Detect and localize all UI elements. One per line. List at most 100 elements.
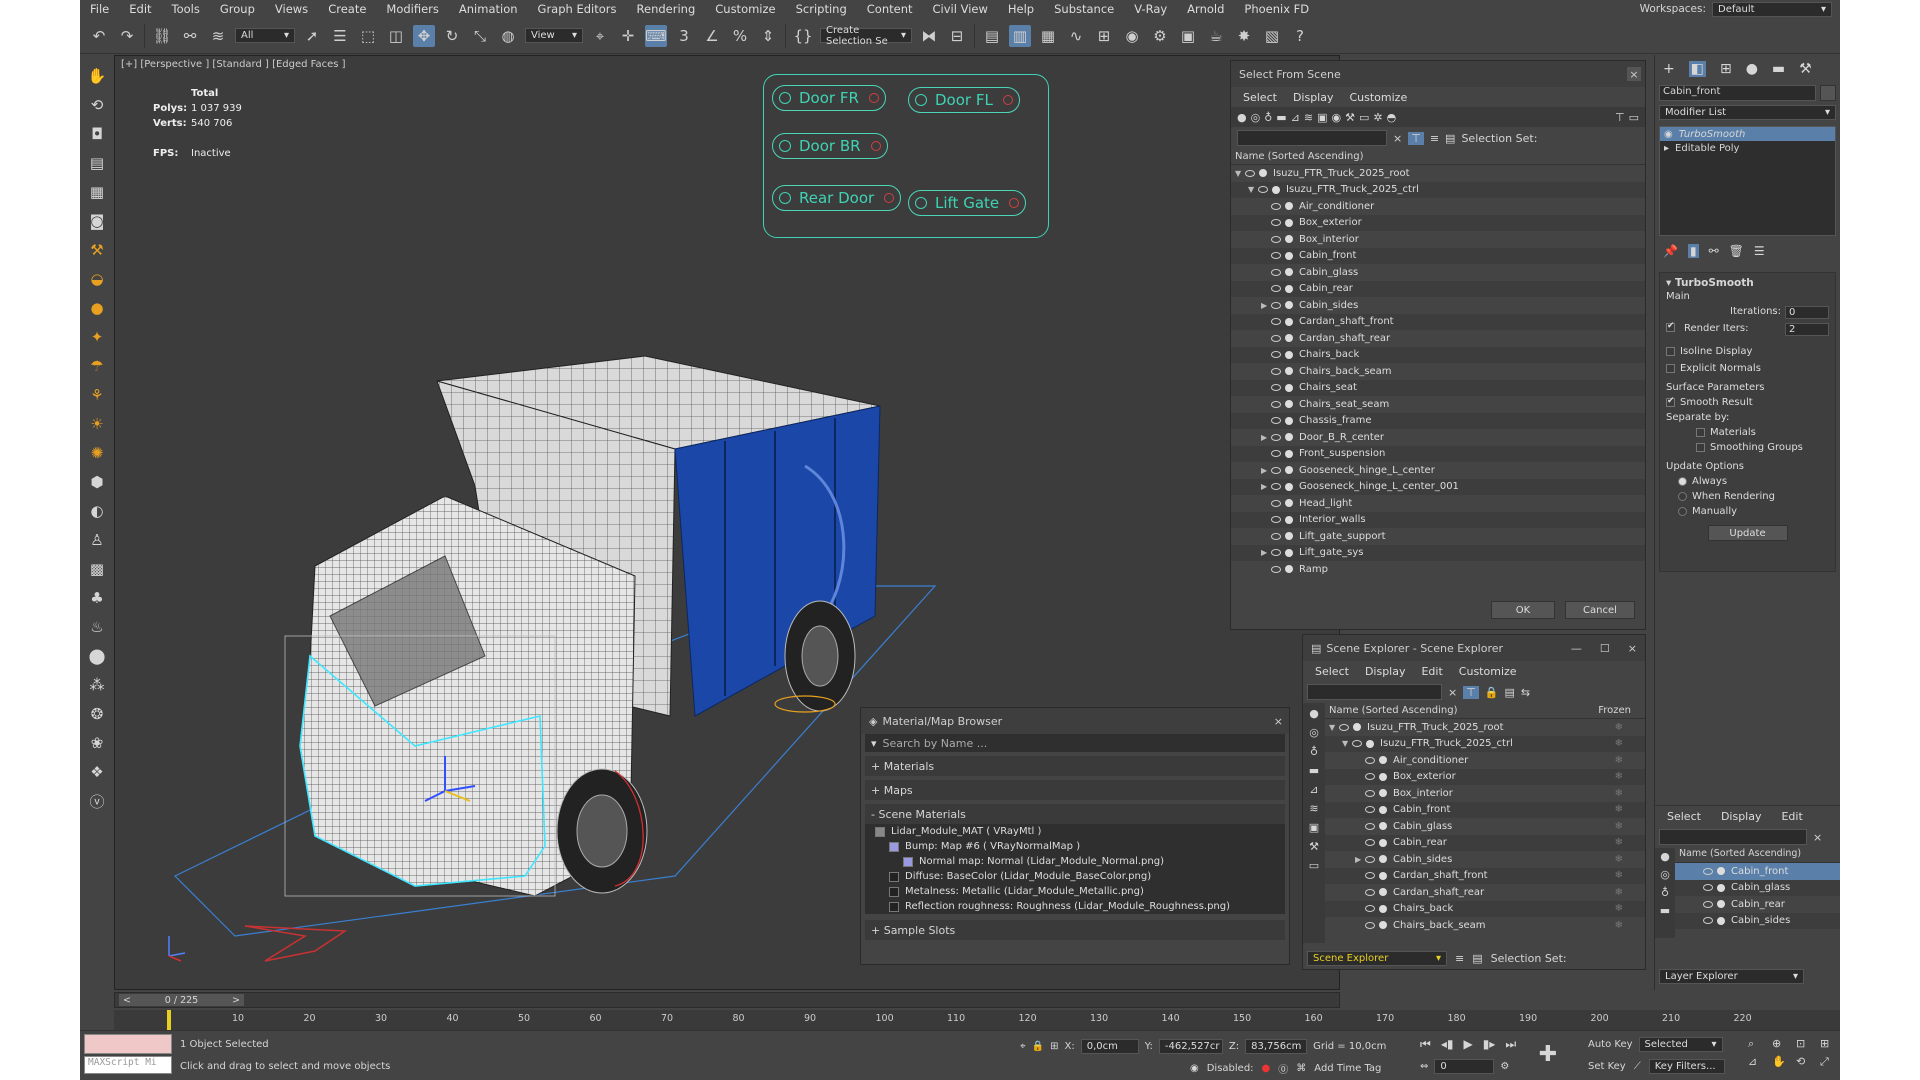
eye-icon[interactable]: ◉ [1664, 129, 1673, 140]
eye-icon[interactable] [1365, 921, 1375, 929]
eye-icon[interactable] [1258, 186, 1268, 194]
scene-explorer-icon[interactable]: ▤ [981, 25, 1003, 47]
hierarchy-icon[interactable]: ▤ [1505, 686, 1515, 699]
tree-row[interactable]: Box_exterior ❄ [1325, 768, 1645, 785]
zoom-all-icon[interactable]: ⊕ [1772, 1037, 1792, 1051]
render-iters-spinner[interactable]: 2 [1785, 323, 1829, 336]
tree-row[interactable]: Interior_walls [1231, 511, 1645, 528]
tree-row[interactable]: Box_exterior [1231, 214, 1645, 231]
eye-icon[interactable] [1271, 532, 1281, 540]
undo-icon[interactable]: ↶ [88, 25, 110, 47]
object-color-swatch[interactable] [1820, 85, 1836, 101]
vray-logo-icon[interactable]: ⓥ [86, 790, 108, 812]
zoom-extents-icon[interactable]: ⊡ [1796, 1037, 1816, 1051]
layer-row[interactable]: Cabin_rear [1675, 896, 1840, 913]
menu-group[interactable]: Group [210, 2, 265, 16]
percent-snap-icon[interactable]: % [729, 25, 751, 47]
select-manipulate-icon[interactable]: ✛ [617, 25, 639, 47]
close-icon[interactable]: × [1627, 67, 1641, 81]
pan-icon[interactable]: ✋ [1772, 1055, 1792, 1069]
lock-selection-icon[interactable]: 🔒 [1032, 1041, 1044, 1052]
smoothing-groups-checkbox[interactable] [1696, 442, 1705, 452]
camera-icon[interactable]: ◘ [86, 123, 108, 145]
menu-civil-view[interactable]: Civil View [923, 2, 998, 16]
isolate-icon[interactable]: ⌖ [1020, 1041, 1026, 1052]
maxscript-mini-listener[interactable]: MAXScript Mi [84, 1056, 172, 1074]
explorer-dropdown[interactable]: Scene Explorer ▾ [1307, 950, 1447, 966]
chevron-right-icon[interactable]: ▶ [1261, 466, 1271, 475]
create-tab-icon[interactable]: + [1663, 61, 1675, 77]
iterations-spinner[interactable]: 0 [1785, 306, 1829, 319]
eye-icon[interactable] [1365, 789, 1375, 797]
eye-icon[interactable] [1365, 872, 1375, 880]
render-setup-icon[interactable]: ⚙ [1149, 25, 1171, 47]
pivot-center-icon[interactable]: ⌖ [589, 25, 611, 47]
menu-file[interactable]: File [80, 2, 119, 16]
helper-filter-icon[interactable]: ⊿ [1309, 783, 1318, 796]
eye-icon[interactable] [1365, 839, 1375, 847]
orbit-icon[interactable]: ⟲ [1796, 1055, 1816, 1069]
tree-row[interactable]: Lift_gate_support [1231, 528, 1645, 545]
eye-icon[interactable] [1365, 806, 1375, 814]
le-search-input[interactable] [1659, 829, 1807, 845]
window-crossing-icon[interactable]: ◫ [385, 25, 407, 47]
shape-filter-icon[interactable]: ◎ [1251, 111, 1261, 124]
sfs-search-input[interactable] [1237, 130, 1387, 146]
eye-icon[interactable] [1271, 318, 1281, 326]
chevron-down-icon[interactable]: ▼ [1329, 723, 1339, 732]
plant-icon[interactable]: ♣ [86, 587, 108, 609]
select-object-icon[interactable]: ➚ [301, 25, 323, 47]
eye-icon[interactable] [1271, 268, 1281, 276]
freeze-icon[interactable]: ❄ [1615, 821, 1623, 832]
chevron-down-icon[interactable]: ▼ [1342, 739, 1352, 748]
light-filter-icon[interactable]: ♁ [1661, 886, 1669, 899]
curve-editor-icon[interactable]: ∿ [1065, 25, 1087, 47]
tree-row[interactable]: Cardan_shaft_rear [1231, 330, 1645, 347]
se-column-name[interactable]: Name (Sorted Ascending) [1329, 705, 1458, 716]
freeze-icon[interactable]: ❄ [1615, 722, 1623, 733]
link-icon[interactable]: ⛓ [151, 25, 173, 47]
tree-row[interactable]: Cardan_shaft_front ❄ [1325, 867, 1645, 884]
adaptive-degradation-icon[interactable]: ◉ [1190, 1063, 1199, 1074]
freeze-icon[interactable]: ❄ [1615, 755, 1623, 766]
eye-icon[interactable] [1703, 884, 1713, 892]
menu-create[interactable]: Create [318, 2, 376, 16]
grid-icon[interactable]: ▩ [86, 558, 108, 580]
snaps-toggle-icon[interactable]: 3 [673, 25, 695, 47]
lift-gate-control[interactable]: Lift Gate [908, 190, 1027, 216]
eye-icon[interactable] [1365, 822, 1375, 830]
x-field[interactable]: 0,0cm [1080, 1039, 1139, 1054]
dome-icon[interactable]: ◒ [86, 268, 108, 290]
menu-graph-editors[interactable]: Graph Editors [528, 2, 627, 16]
geometry-filter-icon[interactable]: ● [1660, 850, 1670, 863]
angle-snap-icon[interactable]: ∠ [701, 25, 723, 47]
tree-row[interactable]: Front_suspension [1231, 445, 1645, 462]
particles-icon[interactable]: ⁂ [86, 674, 108, 696]
script-icon[interactable]: ▧ [1261, 25, 1283, 47]
close-icon[interactable]: × [1274, 715, 1283, 728]
chevron-right-icon[interactable]: ▶ [1355, 855, 1365, 864]
named-selection-dropdown[interactable]: Create Selection Se ▾ [820, 25, 912, 47]
eye-icon[interactable] [1271, 301, 1281, 309]
container-filter-icon[interactable]: ▭ [1309, 859, 1319, 872]
update-button[interactable]: Update [1707, 525, 1788, 541]
mmb-section-materials[interactable]: + Materials [865, 756, 1285, 776]
manually-radio[interactable] [1678, 506, 1687, 516]
se-column-frozen[interactable]: Frozen [1598, 705, 1631, 716]
menu-substance[interactable]: Substance [1044, 2, 1124, 16]
tree-row[interactable]: Cabin_glass ❄ [1325, 818, 1645, 835]
layer-row[interactable]: Cabin_glass [1675, 879, 1840, 896]
selection-filter-dropdown[interactable]: All ▾ [235, 28, 295, 43]
tree-row[interactable]: Box_interior ❄ [1325, 785, 1645, 802]
chevron-left-icon[interactable]: < [123, 995, 131, 1006]
eye-icon[interactable] [1339, 723, 1349, 731]
freeze-icon[interactable]: ❄ [1615, 837, 1623, 848]
spinner-snap-icon[interactable]: ⇕ [757, 25, 779, 47]
tree-row[interactable]: Chairs_back ❄ [1325, 900, 1645, 917]
box-icon[interactable]: ⬢ [86, 471, 108, 493]
maxscript-listener-top[interactable] [84, 1034, 172, 1054]
freeze-icon[interactable]: ❄ [1615, 854, 1623, 865]
configure-sets-icon[interactable]: ☰ [1754, 244, 1765, 258]
sfs-menu-select[interactable]: Select [1243, 91, 1277, 104]
le-menu-edit[interactable]: Edit [1781, 810, 1802, 823]
